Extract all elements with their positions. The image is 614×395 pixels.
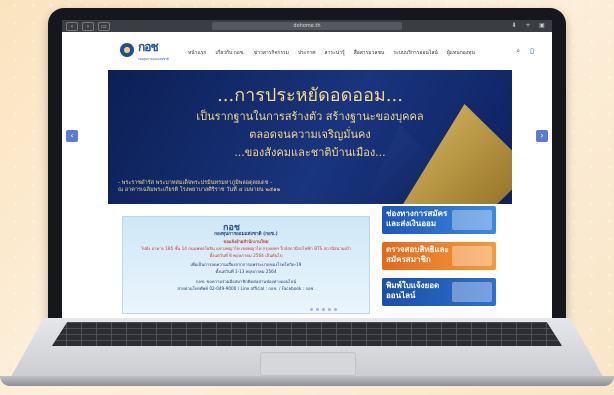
carousel-prev-icon[interactable]: ‹ [66, 130, 78, 142]
side-label-1a: ช่องทางการสมัคร [386, 209, 448, 218]
side-label-2b: สมัครสมาชิก [386, 255, 431, 264]
address-bar[interactable]: dohome.th [212, 22, 402, 30]
back-icon[interactable]: ‹ [66, 21, 78, 31]
menu-item-announcement[interactable]: ประกาศ [298, 49, 316, 57]
banner-line-1: ...การประหยัดอดออม... [217, 85, 403, 106]
menu-item-media[interactable]: สื่อสารมวลชน [354, 49, 385, 57]
download-icon[interactable]: ⬇ [510, 22, 518, 30]
main-menu: หน้าแรก เกี่ยวกับ กอช. ข่าวสารกิจกรรม ปร… [188, 49, 475, 57]
browser-toolbar: ‹ › ▭ dohome.th ⬇ + ▣ [62, 20, 552, 32]
side-label-2a: ตรวจสอบสิทธิและ [386, 245, 449, 254]
logo-caption: กองทุนการออมแห่งชาติ [138, 57, 169, 61]
trackpad [260, 352, 356, 376]
side-label-1b: และส่งเงินออม [386, 219, 437, 228]
side-image [452, 246, 492, 266]
menu-item-online-service[interactable]: ระบบบริการออนไลน์ [393, 49, 438, 57]
banner-quote: - พระราชดำรัส พระบาทสมเด็จพระปรมินทรมหาภ… [118, 180, 280, 194]
notice-line-4: เพื่อเป็นการลดความเสี่ยงจากการแพร่ระบาดข… [190, 262, 302, 267]
search-icon[interactable]: ⌕ [516, 47, 520, 56]
carousel-dots[interactable] [310, 308, 337, 311]
notice-line-3: ตั้งแต่วันที่ 8 พฤษภาคม 2564 เป็นต้นไป [209, 253, 283, 258]
notice-line-1: ขอแจ้งย้ายสำนักงานใหม่ [223, 239, 269, 244]
banner-quote-line-1: - พระราชดำรัส พระบาทสมเด็จพระปรมินทรมหาภ… [118, 180, 273, 186]
notice-line-5: ตั้งแต่วันที่ 1-13 พฤษภาคม 2564 [215, 269, 277, 274]
banner-quote-line-2: ณ อาคารเฉลิมพระเกียรติ โรงพยาบาลศิริราช … [118, 187, 281, 193]
notice-line-6: กอช. ขอความร่วมมือสมาชิกติดต่อผ่านช่องทา… [195, 279, 297, 284]
laptop-base [0, 376, 614, 386]
screen: ‹ › ▭ dohome.th ⬇ + ▣ กอช กองทุนการออมแห… [62, 20, 552, 330]
seal-icon [120, 43, 134, 57]
side-image [452, 282, 492, 302]
logo-text: กอช [138, 40, 159, 54]
banner-line-2: เป็นรากฐานในการสร้างตัว สร้างฐานะของบุคค… [196, 110, 424, 123]
menu-item-representative[interactable]: ผู้แทนกองทุน [447, 49, 475, 57]
hero-banner[interactable]: ...การประหยัดอดออม... เป็นรากฐานในการสร้… [108, 70, 512, 204]
notice-line-7: สายด่วนโทรศัพท์ 02-049-9000 / Line offic… [177, 286, 315, 291]
site-logo[interactable]: กอช กองทุนการออมแห่งชาติ [120, 38, 169, 62]
forward-icon[interactable]: › [82, 21, 94, 31]
banner-line-3: ตลอดจนความเจริญมั่นคง [249, 128, 371, 141]
side-label-3b: ออนไลน์ [386, 291, 416, 300]
register-channel-button[interactable]: ช่องทางการสมัคร และส่งเงินออม [382, 206, 496, 234]
notice-card[interactable]: กอช กองทุนการออมแห่งชาติ (กอช.) ขอแจ้งย้… [122, 216, 370, 314]
keyboard-rows [52, 322, 562, 346]
print-statement-button[interactable]: พิมพ์ใบแจ้งยอด ออนไลน์ [382, 278, 496, 306]
side-label-3a: พิมพ์ใบแจ้งยอด [386, 281, 440, 290]
notice-subtitle: กองทุนการออมแห่งชาติ (กอช.) [214, 232, 278, 237]
menu-item-news[interactable]: ข่าวสารกิจกรรม [254, 49, 289, 57]
site-header: กอช กองทุนการออมแห่งชาติ หน้าแรก เกี่ยวก… [62, 32, 552, 68]
side-image [452, 210, 492, 230]
menu-item-knowledge[interactable]: สาระน่ารู้ [325, 49, 345, 57]
menu-item-about[interactable]: เกี่ยวกับ กอช. [215, 49, 244, 57]
banner-line-4: ...ของสังคมและชาติบ้านเมือง... [234, 146, 386, 159]
mobile-icon[interactable]: ▯ [530, 47, 534, 56]
laptop-frame: ‹ › ▭ dohome.th ⬇ + ▣ กอช กองทุนการออมแห… [48, 8, 566, 338]
add-tab-icon[interactable]: + [524, 22, 532, 30]
check-rights-button[interactable]: ตรวจสอบสิทธิและ สมัครสมาชิก [382, 242, 496, 270]
tabs-icon[interactable]: ▣ [538, 22, 546, 30]
sidebar-icon[interactable]: ▭ [98, 21, 110, 31]
notice-line-2: ไปยัง อาคาร 185 ชั้น 14 ถนนพหลโยธิน แขวง… [141, 246, 351, 251]
carousel-next-icon[interactable]: › [536, 130, 548, 142]
menu-item-home[interactable]: หน้าแรก [188, 49, 206, 57]
